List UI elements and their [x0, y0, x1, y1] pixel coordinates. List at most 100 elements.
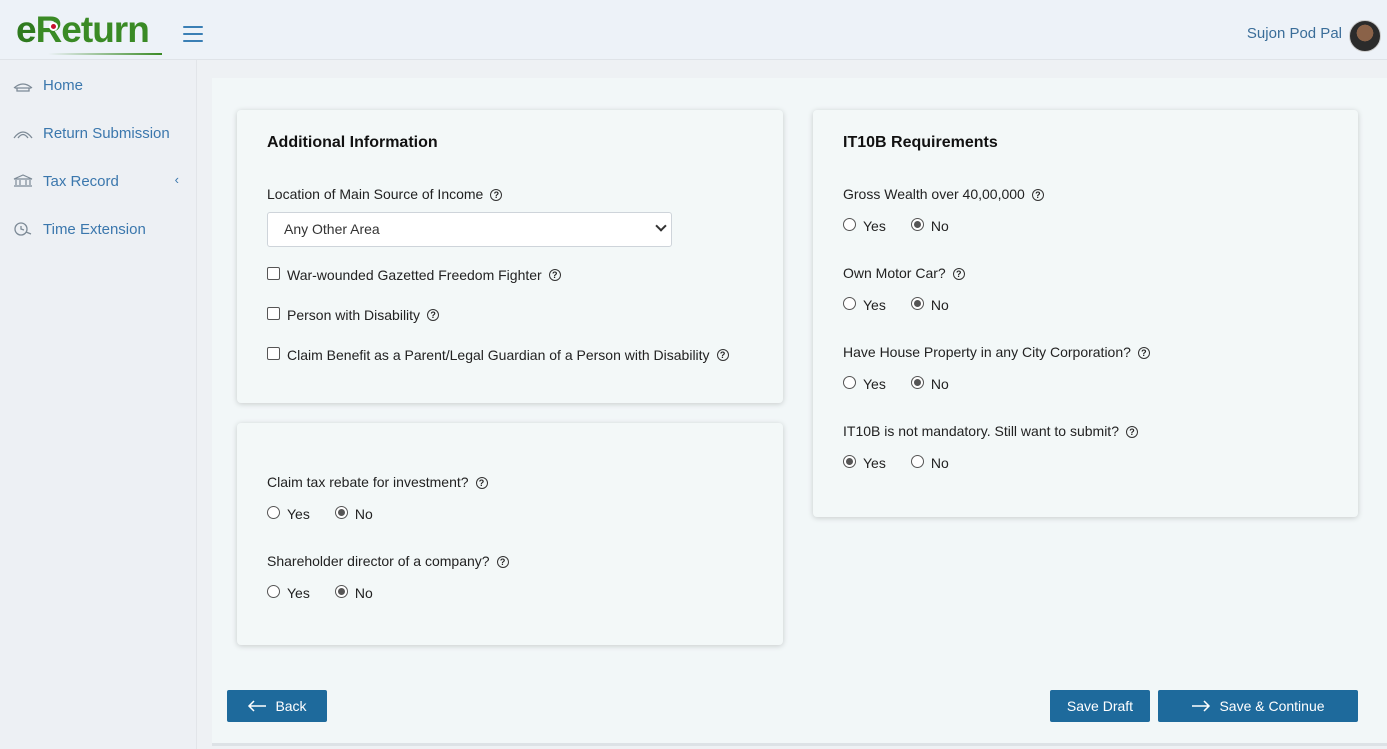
chevron-left-icon[interactable]: ‹ [175, 172, 179, 187]
investment-question: Claim tax rebate for investment?? [267, 474, 488, 490]
sidebar-item-label: Return Submission [43, 124, 170, 142]
motor-car-yes-radio[interactable] [843, 297, 856, 310]
help-icon[interactable]: ? [1125, 426, 1138, 438]
radio-label: No [930, 455, 949, 471]
investment-no-radio[interactable] [334, 506, 348, 519]
investment-radio-group: Yes No [267, 503, 398, 522]
it10b-submit-question: IT10B is not mandatory. Still want to su… [843, 423, 1138, 439]
button-label: Save Draft [1066, 698, 1134, 714]
freedom-fighter-checkbox[interactable] [267, 266, 280, 280]
button-label: Save & Continue [1219, 698, 1325, 714]
freedom-fighter-row[interactable]: War-wounded Gazetted Freedom Fighter? [267, 266, 561, 283]
radio-label: Yes [287, 585, 310, 601]
it10b-card: IT10B Requirements Gross Wealth over 40,… [813, 110, 1358, 517]
help-icon[interactable]: ? [1031, 189, 1044, 201]
help-icon[interactable]: ? [427, 309, 440, 321]
user-name[interactable]: Sujon Pod Pal [1247, 25, 1342, 42]
arrow-right-icon [1191, 699, 1211, 713]
save-draft-button[interactable]: Save Draft [1050, 690, 1150, 722]
house-property-yes-radio[interactable] [843, 376, 856, 389]
gross-wealth-no-radio[interactable] [910, 218, 924, 231]
sidebar-item-label: Home [43, 76, 84, 94]
radio-label: Yes [863, 297, 886, 313]
help-icon[interactable]: ? [952, 268, 965, 280]
save-continue-button[interactable]: Save & Continue [1158, 690, 1358, 722]
logo-e: e [16, 9, 37, 50]
investment-card: Claim tax rebate for investment?? Yes No… [237, 423, 783, 645]
top-bar: eReturn Sujon Pod Pal [0, 0, 1387, 60]
sidebar-item-home[interactable]: Home [0, 65, 197, 105]
sidebar: Home Return Submission Tax Record ‹ Time… [0, 60, 197, 749]
back-button[interactable]: Back [227, 690, 327, 722]
disability-checkbox[interactable] [267, 306, 280, 320]
shareholder-yes-radio[interactable] [267, 585, 280, 598]
question-text: Own Motor Car? [843, 265, 946, 281]
shareholder-question: Shareholder director of a company?? [267, 553, 509, 569]
house-property-radio-group: Yes No [843, 373, 974, 392]
help-icon[interactable]: ? [496, 556, 509, 568]
checkbox-label: War-wounded Gazetted Freedom Fighter [287, 267, 542, 283]
it10b-submit-no-radio[interactable] [910, 455, 924, 468]
shareholder-no-radio[interactable] [334, 585, 348, 598]
logo-underline [48, 53, 162, 55]
menu-toggle-icon[interactable] [183, 26, 203, 42]
motor-car-no-radio[interactable] [910, 297, 924, 310]
gross-wealth-yes-radio[interactable] [843, 218, 856, 231]
radio-label: No [930, 218, 949, 234]
bank-icon [12, 173, 34, 189]
radio-label: Yes [863, 455, 886, 471]
investment-yes-radio[interactable] [267, 506, 280, 519]
sidebar-item-label: Time Extension [43, 220, 146, 238]
checkbox-label: Person with Disability [287, 307, 421, 323]
it10b-submit-radio-group: Yes No [843, 452, 974, 471]
house-property-no-radio[interactable] [910, 376, 924, 389]
location-select[interactable]: Any Other Area [267, 212, 672, 247]
location-select-value: Any Other Area [284, 221, 380, 237]
gross-wealth-question: Gross Wealth over 40,00,000? [843, 186, 1044, 202]
radio-label: No [354, 506, 373, 522]
disability-row[interactable]: Person with Disability? [267, 306, 440, 323]
sidebar-item-return-submission[interactable]: Return Submission [0, 113, 197, 153]
help-icon[interactable]: ? [1137, 347, 1150, 359]
user-avatar[interactable] [1349, 20, 1381, 52]
additional-info-card: Additional Information Location of Main … [237, 110, 783, 403]
question-text: Claim tax rebate for investment? [267, 474, 469, 490]
guardian-checkbox[interactable] [267, 346, 280, 360]
chevron-down-icon [655, 220, 667, 232]
question-text: Have House Property in any City Corporat… [843, 344, 1131, 360]
help-icon[interactable]: ? [548, 269, 561, 281]
question-text: IT10B is not mandatory. Still want to su… [843, 423, 1119, 439]
sidebar-item-tax-record[interactable]: Tax Record ‹ [0, 161, 197, 201]
radio-label: No [930, 297, 949, 313]
house-property-question: Have House Property in any City Corporat… [843, 344, 1150, 360]
arrow-left-icon [247, 699, 267, 713]
help-icon[interactable]: ? [716, 349, 729, 361]
help-icon[interactable]: ? [475, 477, 488, 489]
checkbox-label: Claim Benefit as a Parent/Legal Guardian… [287, 347, 710, 363]
guardian-row[interactable]: Claim Benefit as a Parent/Legal Guardian… [267, 346, 729, 363]
return-icon [12, 125, 34, 141]
question-text: Shareholder director of a company? [267, 553, 490, 569]
main-content: Additional Information Location of Main … [212, 78, 1387, 746]
radio-label: No [930, 376, 949, 392]
clock-icon [12, 221, 34, 237]
location-label-text: Location of Main Source of Income [267, 186, 484, 202]
help-icon[interactable]: ? [490, 189, 503, 201]
sidebar-item-label: Tax Record [43, 172, 119, 190]
ereturn-logo[interactable]: eReturn [16, 9, 150, 50]
radio-label: Yes [863, 218, 886, 234]
sidebar-item-time-extension[interactable]: Time Extension [0, 209, 197, 249]
radio-label: Yes [863, 376, 886, 392]
location-label: Location of Main Source of Income? [267, 186, 503, 202]
shareholder-radio-group: Yes No [267, 582, 398, 601]
home-icon [12, 77, 34, 93]
motor-car-question: Own Motor Car?? [843, 265, 965, 281]
card-title: IT10B Requirements [843, 134, 998, 151]
question-text: Gross Wealth over 40,00,000 [843, 186, 1025, 202]
card-title: Additional Information [267, 134, 438, 151]
button-label: Back [275, 698, 307, 714]
gross-wealth-radio-group: Yes No [843, 215, 974, 234]
radio-label: No [354, 585, 373, 601]
radio-label: Yes [287, 506, 310, 522]
it10b-submit-yes-radio[interactable] [843, 455, 856, 468]
